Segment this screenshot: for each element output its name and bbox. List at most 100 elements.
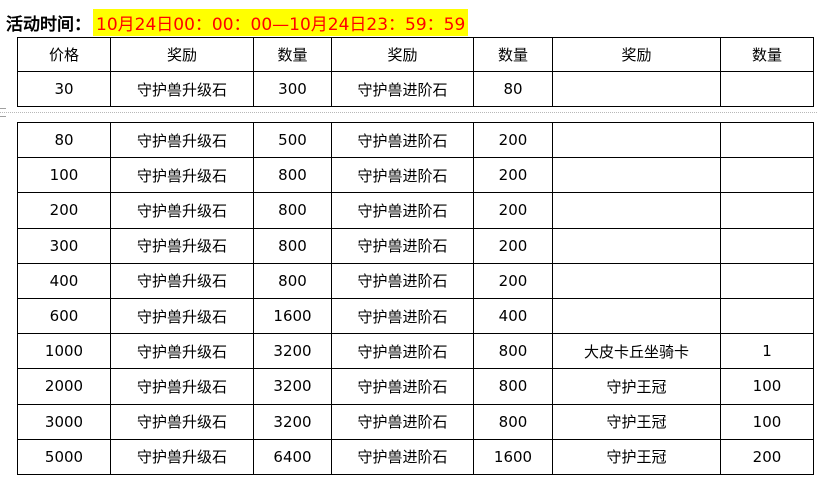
cell-reward-2: 守护兽进阶石	[331, 297, 474, 335]
cell-quantity-2: 200	[473, 157, 553, 194]
cell-quantity-1: 3200	[253, 333, 332, 370]
cell-reward-1: 守护兽升级石	[110, 403, 254, 440]
column-header-price: 价格	[17, 37, 111, 72]
cell-price: 600	[17, 297, 111, 335]
cell-reward-2: 守护兽进阶石	[331, 368, 474, 405]
cell-price: 1000	[17, 333, 111, 370]
cell-quantity-2: 800	[473, 333, 553, 370]
cell-reward-3: 守护王冠	[552, 368, 721, 405]
table-row: 200 守护兽升级石 800 守护兽进阶石 200	[17, 192, 814, 229]
table-row: 100 守护兽升级石 800 守护兽进阶石 200	[17, 157, 814, 194]
cell-quantity-2: 400	[473, 297, 553, 335]
cell-reward-3	[552, 121, 721, 159]
cell-quantity-3	[720, 192, 814, 229]
cell-reward-3	[552, 192, 721, 229]
column-header-reward-2: 奖励	[331, 37, 474, 72]
cell-reward-2: 守护兽进阶石	[331, 403, 474, 440]
cell-quantity-2: 200	[473, 121, 553, 159]
cell-quantity-3: 1	[720, 333, 814, 370]
column-header-reward-3: 奖励	[552, 37, 721, 72]
cell-reward-1: 守护兽升级石	[110, 297, 254, 335]
reward-table-top: 价格 奖励 数量 奖励 数量 奖励 数量 30 守护兽升级石 300 守护兽进阶石 80	[17, 37, 814, 107]
table-row: 30 守护兽升级石 300 守护兽进阶石 80	[17, 71, 814, 107]
cell-price: 200	[17, 192, 111, 229]
cell-quantity-3	[720, 297, 814, 335]
cell-reward-2: 守护兽进阶石	[331, 333, 474, 370]
cell-reward-3	[552, 71, 721, 107]
cell-quantity-1: 800	[253, 157, 332, 194]
page-break-line	[0, 112, 817, 114]
activity-time-heading: 活动时间： 10月24日00：00：00—10月24日23：59：59	[6, 9, 469, 36]
column-header-reward-1: 奖励	[110, 37, 254, 72]
cell-quantity-2: 200	[473, 262, 553, 299]
cell-quantity-2: 80	[473, 71, 553, 107]
cell-quantity-1: 500	[253, 121, 332, 159]
column-header-quantity-1: 数量	[253, 37, 332, 72]
cell-price: 80	[17, 121, 111, 159]
cell-reward-1: 守护兽升级石	[110, 157, 254, 194]
cell-quantity-2: 200	[473, 192, 553, 229]
cell-reward-2: 守护兽进阶石	[331, 192, 474, 229]
cell-reward-2: 守护兽进阶石	[331, 121, 474, 159]
cell-quantity-3: 200	[720, 438, 814, 475]
cell-quantity-1: 800	[253, 227, 332, 264]
table-row: 2000 守护兽升级石 3200 守护兽进阶石 800 守护王冠 100	[17, 368, 814, 405]
cell-reward-3	[552, 157, 721, 194]
table-row: 600 守护兽升级石 1600 守护兽进阶石 400	[17, 297, 814, 335]
cell-quantity-1: 1600	[253, 297, 332, 335]
cell-reward-3	[552, 297, 721, 335]
cell-quantity-3: 100	[720, 368, 814, 405]
cell-quantity-3: 100	[720, 403, 814, 440]
cell-quantity-1: 3200	[253, 368, 332, 405]
cell-reward-1: 守护兽升级石	[110, 71, 254, 107]
cell-quantity-2: 200	[473, 227, 553, 264]
cell-quantity-3	[720, 121, 814, 159]
cell-quantity-3	[720, 227, 814, 264]
reward-table-bottom: 80 守护兽升级石 500 守护兽进阶石 200 100 守护兽升级石 800 守护兽进阶石 20…	[17, 121, 814, 475]
cell-price: 2000	[17, 368, 111, 405]
cell-reward-1: 守护兽升级石	[110, 333, 254, 370]
table-row: 80 守护兽升级石 500 守护兽进阶石 200	[17, 121, 814, 159]
table-row: 300 守护兽升级石 800 守护兽进阶石 200	[17, 227, 814, 264]
cell-reward-1: 守护兽升级石	[110, 227, 254, 264]
cell-reward-2: 守护兽进阶石	[331, 262, 474, 299]
cell-price: 400	[17, 262, 111, 299]
cell-reward-2: 守护兽进阶石	[331, 157, 474, 194]
cell-reward-3: 大皮卡丘坐骑卡	[552, 333, 721, 370]
cell-reward-2: 守护兽进阶石	[331, 71, 474, 107]
activity-time-label: 活动时间：	[6, 15, 91, 35]
cell-price: 100	[17, 157, 111, 194]
cell-reward-3	[552, 227, 721, 264]
column-header-quantity-3: 数量	[720, 37, 814, 72]
cell-quantity-3	[720, 71, 814, 107]
cell-quantity-3	[720, 262, 814, 299]
cell-quantity-2: 800	[473, 368, 553, 405]
cell-reward-2: 守护兽进阶石	[331, 438, 474, 475]
cell-quantity-1: 300	[253, 71, 332, 107]
cell-quantity-3	[720, 157, 814, 194]
cell-price: 5000	[17, 438, 111, 475]
table-row: 1000 守护兽升级石 3200 守护兽进阶石 800 大皮卡丘坐骑卡 1	[17, 333, 814, 370]
cell-quantity-1: 6400	[253, 438, 332, 475]
cell-reward-1: 守护兽升级石	[110, 262, 254, 299]
cell-price: 30	[17, 71, 111, 107]
cell-quantity-1: 3200	[253, 403, 332, 440]
cell-quantity-1: 800	[253, 192, 332, 229]
table-row: 3000 守护兽升级石 3200 守护兽进阶石 800 守护王冠 100	[17, 403, 814, 440]
cell-reward-1: 守护兽升级石	[110, 121, 254, 159]
cell-price: 3000	[17, 403, 111, 440]
table-header-row: 价格 奖励 数量 奖励 数量 奖励 数量	[17, 37, 814, 72]
cell-reward-3	[552, 262, 721, 299]
cell-reward-1: 守护兽升级石	[110, 368, 254, 405]
cell-reward-3: 守护王冠	[552, 403, 721, 440]
cell-reward-2: 守护兽进阶石	[331, 227, 474, 264]
table-row: 5000 守护兽升级石 6400 守护兽进阶石 1600 守护王冠 200	[17, 438, 814, 475]
cell-price: 300	[17, 227, 111, 264]
activity-time-range: 10月24日00：00：00—10月24日23：59：59	[93, 9, 469, 36]
cell-reward-3: 守护王冠	[552, 438, 721, 475]
cell-reward-1: 守护兽升级石	[110, 192, 254, 229]
cell-reward-1: 守护兽升级石	[110, 438, 254, 475]
cell-quantity-2: 800	[473, 403, 553, 440]
table-row: 400 守护兽升级石 800 守护兽进阶石 200	[17, 262, 814, 299]
column-header-quantity-2: 数量	[473, 37, 553, 72]
